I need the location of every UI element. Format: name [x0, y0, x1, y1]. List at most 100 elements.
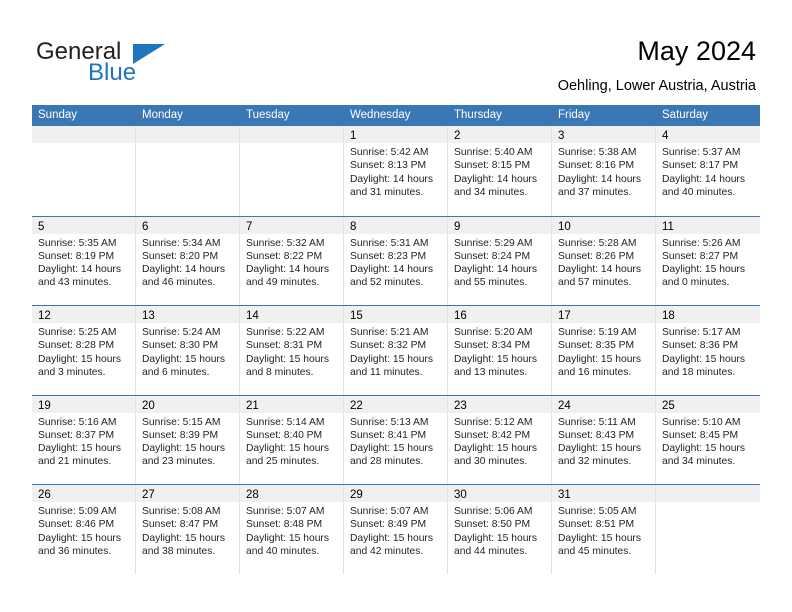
- day-number: 2: [454, 130, 461, 142]
- sunrise-text: Sunrise: 5:13 AM: [350, 416, 429, 428]
- sunrise-text: Sunrise: 5:32 AM: [246, 237, 325, 249]
- page-subtitle: Oehling, Lower Austria, Austria: [557, 78, 756, 94]
- daylight-text-line2: and 49 minutes.: [246, 277, 320, 289]
- day-number-band: 2: [448, 126, 551, 143]
- calendar-day-cell[interactable]: 17 Sunrise: 5:19 AM Sunset: 8:35 PM Dayligh…: [552, 306, 656, 395]
- calendar-day-cell-empty: [32, 126, 136, 216]
- calendar-day-cell[interactable]: 14 Sunrise: 5:22 AM Sunset: 8:31 PM Dayligh…: [240, 306, 344, 395]
- daylight-text-line2: and 40 minutes.: [246, 545, 320, 557]
- sunrise-text: Sunrise: 5:21 AM: [350, 327, 429, 338]
- day-number: 31: [558, 489, 571, 501]
- sunset-text: Sunset: 8:20 PM: [142, 250, 219, 262]
- calendar-day-cell[interactable]: 24 Sunrise: 5:11 AM Sunset: 8:43 PM Dayligh…: [552, 395, 656, 484]
- daylight-text-line1: Daylight: 15 hours: [662, 264, 745, 276]
- daylight-text-line2: and 23 minutes.: [142, 456, 216, 468]
- day-number: 19: [38, 399, 51, 412]
- calendar-day-cell[interactable]: 1 Sunrise: 5:42 AM Sunset: 8:13 PM Daylight…: [344, 126, 448, 216]
- day-number-band: 17: [552, 306, 655, 323]
- day-number-band: 7: [240, 216, 343, 234]
- daylight-text-line1: Daylight: 14 hours: [38, 264, 121, 276]
- sunset-text: Sunset: 8:32 PM: [350, 340, 427, 352]
- daylight-text-line1: Daylight: 14 hours: [350, 264, 433, 276]
- calendar-day-cell[interactable]: 13 Sunrise: 5:24 AM Sunset: 8:30 PM Dayligh…: [136, 306, 240, 395]
- sunset-text: Sunset: 8:23 PM: [350, 250, 427, 262]
- day-details: Sunrise: 5:28 AM Sunset: 8:26 PM Daylight:…: [552, 234, 655, 290]
- calendar-day-cell[interactable]: 18 Sunrise: 5:17 AM Sunset: 8:36 PM Dayligh…: [656, 306, 760, 395]
- daylight-text-line1: Daylight: 15 hours: [558, 532, 641, 544]
- day-number-band: 10: [552, 216, 655, 234]
- day-number: 6: [142, 220, 149, 233]
- day-details: Sunrise: 5:26 AM Sunset: 8:27 PM Daylight:…: [656, 234, 760, 290]
- sunset-text: Sunset: 8:19 PM: [38, 250, 115, 262]
- calendar-day-cell[interactable]: 9 Sunrise: 5:29 AM Sunset: 8:24 PM Daylight…: [448, 216, 552, 305]
- calendar-day-cell[interactable]: 3 Sunrise: 5:38 AM Sunset: 8:16 PM Daylight…: [552, 126, 656, 216]
- calendar-day-cell[interactable]: 20 Sunrise: 5:15 AM Sunset: 8:39 PM Dayligh…: [136, 395, 240, 484]
- calendar-day-cell[interactable]: 23 Sunrise: 5:12 AM Sunset: 8:42 PM Dayligh…: [448, 395, 552, 484]
- sunrise-text: Sunrise: 5:16 AM: [38, 416, 117, 428]
- daylight-text-line2: and 0 minutes.: [662, 277, 730, 289]
- day-number: 13: [142, 310, 155, 322]
- day-number-band: 27: [136, 485, 239, 502]
- calendar-day-cell[interactable]: 12 Sunrise: 5:25 AM Sunset: 8:28 PM Dayligh…: [32, 306, 136, 395]
- day-number: 11: [662, 220, 674, 233]
- daylight-text-line1: Daylight: 15 hours: [38, 353, 121, 365]
- calendar-day-cell[interactable]: 28 Sunrise: 5:07 AM Sunset: 8:48 PM Dayligh…: [240, 485, 344, 574]
- sunset-text: Sunset: 8:36 PM: [662, 340, 739, 352]
- calendar-week-row: 19 Sunrise: 5:16 AM Sunset: 8:37 PM Dayligh…: [32, 394, 760, 484]
- daylight-text-line2: and 44 minutes.: [454, 545, 528, 557]
- calendar-day-cell[interactable]: 8 Sunrise: 5:31 AM Sunset: 8:23 PM Daylight…: [344, 216, 448, 305]
- calendar-day-cell[interactable]: 31 Sunrise: 5:05 AM Sunset: 8:51 PM Dayligh…: [552, 485, 656, 574]
- day-number: 26: [38, 489, 51, 501]
- calendar-day-cell[interactable]: 2 Sunrise: 5:40 AM Sunset: 8:15 PM Daylight…: [448, 126, 552, 216]
- daylight-text-line1: Daylight: 14 hours: [350, 173, 433, 185]
- sunset-text: Sunset: 8:50 PM: [454, 519, 531, 531]
- daylight-text-line1: Daylight: 15 hours: [38, 532, 121, 544]
- day-number: 29: [350, 489, 363, 501]
- day-details: Sunrise: 5:19 AM Sunset: 8:35 PM Daylight:…: [552, 323, 655, 379]
- day-number: 5: [38, 220, 45, 233]
- day-number-band: 9: [448, 216, 551, 234]
- general-blue-logo[interactable]: General Blue: [36, 38, 256, 88]
- day-number-band: 13: [136, 306, 239, 323]
- sunrise-text: Sunrise: 5:09 AM: [38, 506, 117, 517]
- sunset-text: Sunset: 8:22 PM: [246, 250, 323, 262]
- daylight-text-line2: and 3 minutes.: [38, 366, 106, 378]
- calendar-day-cell[interactable]: 21 Sunrise: 5:14 AM Sunset: 8:40 PM Dayligh…: [240, 395, 344, 484]
- day-number: 21: [246, 399, 259, 412]
- day-number-band: 6: [136, 216, 239, 234]
- daylight-text-line2: and 8 minutes.: [246, 366, 314, 378]
- daylight-text-line1: Daylight: 14 hours: [558, 264, 641, 276]
- calendar-day-cell[interactable]: 11 Sunrise: 5:26 AM Sunset: 8:27 PM Dayligh…: [656, 216, 760, 305]
- calendar-day-cell[interactable]: 29 Sunrise: 5:07 AM Sunset: 8:49 PM Dayligh…: [344, 485, 448, 574]
- calendar-day-cell[interactable]: 6 Sunrise: 5:34 AM Sunset: 8:20 PM Daylight…: [136, 216, 240, 305]
- day-details: Sunrise: 5:09 AM Sunset: 8:46 PM Daylight:…: [32, 502, 135, 558]
- calendar-day-cell-empty: [240, 126, 344, 216]
- calendar-day-cell[interactable]: 22 Sunrise: 5:13 AM Sunset: 8:41 PM Dayligh…: [344, 395, 448, 484]
- calendar-day-cell[interactable]: 19 Sunrise: 5:16 AM Sunset: 8:37 PM Dayligh…: [32, 395, 136, 484]
- weekday-thursday: Thursday: [454, 109, 502, 121]
- daylight-text-line2: and 34 minutes.: [662, 456, 736, 468]
- calendar-day-cell[interactable]: 15 Sunrise: 5:21 AM Sunset: 8:32 PM Dayligh…: [344, 306, 448, 395]
- daylight-text-line2: and 57 minutes.: [558, 277, 632, 289]
- calendar-day-cell[interactable]: 30 Sunrise: 5:06 AM Sunset: 8:50 PM Dayligh…: [448, 485, 552, 574]
- calendar-day-cell[interactable]: 7 Sunrise: 5:32 AM Sunset: 8:22 PM Daylight…: [240, 216, 344, 305]
- sunset-text: Sunset: 8:41 PM: [350, 429, 427, 441]
- calendar-day-cell[interactable]: 26 Sunrise: 5:09 AM Sunset: 8:46 PM Dayligh…: [32, 485, 136, 574]
- sunrise-text: Sunrise: 5:26 AM: [662, 237, 741, 249]
- calendar-day-cell[interactable]: 27 Sunrise: 5:08 AM Sunset: 8:47 PM Dayligh…: [136, 485, 240, 574]
- day-number: 22: [350, 399, 363, 412]
- sunset-text: Sunset: 8:17 PM: [662, 160, 739, 172]
- calendar-day-cell[interactable]: 25 Sunrise: 5:10 AM Sunset: 8:45 PM Dayligh…: [656, 395, 760, 484]
- sunset-text: Sunset: 8:24 PM: [454, 250, 531, 262]
- calendar-day-cell[interactable]: 5 Sunrise: 5:35 AM Sunset: 8:19 PM Daylight…: [32, 216, 136, 305]
- day-details: Sunrise: 5:40 AM Sunset: 8:15 PM Daylight:…: [448, 143, 551, 199]
- calendar-day-cell[interactable]: 4 Sunrise: 5:37 AM Sunset: 8:17 PM Daylight…: [656, 126, 760, 216]
- day-number-band: [656, 485, 760, 502]
- daylight-text-line2: and 11 minutes.: [350, 366, 423, 378]
- daylight-text-line2: and 16 minutes.: [558, 366, 632, 378]
- sunrise-text: Sunrise: 5:28 AM: [558, 237, 637, 249]
- daylight-text-line1: Daylight: 15 hours: [142, 443, 225, 455]
- weekday-wednesday: Wednesday: [350, 109, 411, 121]
- calendar-day-cell[interactable]: 10 Sunrise: 5:28 AM Sunset: 8:26 PM Dayligh…: [552, 216, 656, 305]
- calendar-day-cell[interactable]: 16 Sunrise: 5:20 AM Sunset: 8:34 PM Dayligh…: [448, 306, 552, 395]
